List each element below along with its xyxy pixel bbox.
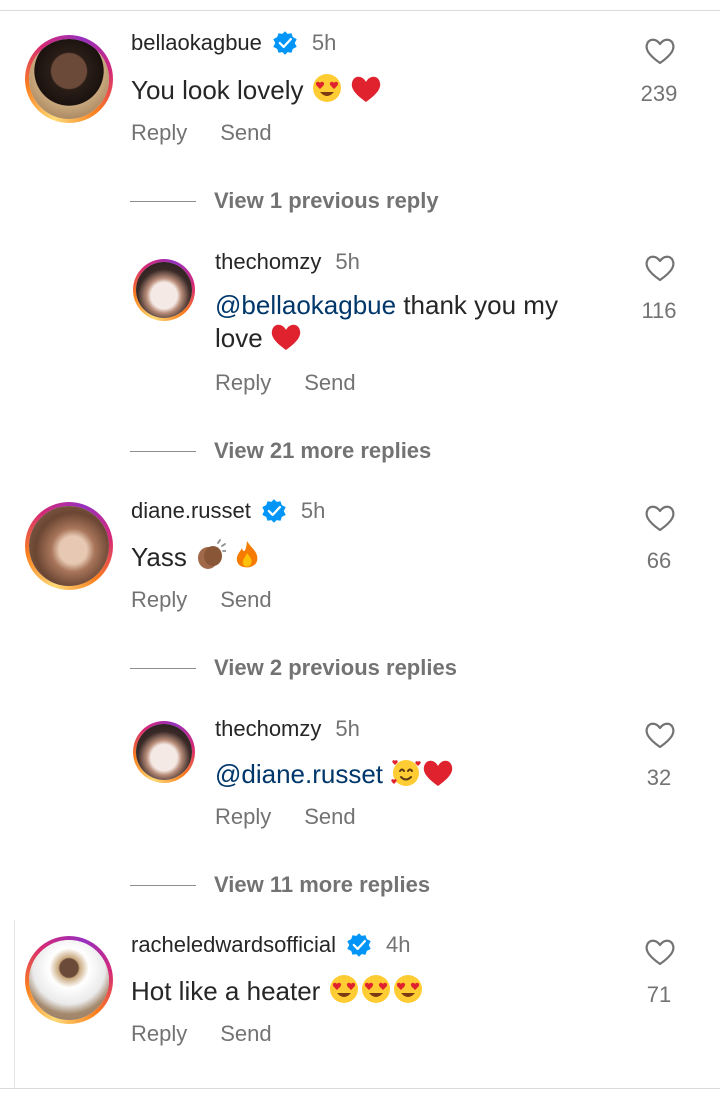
verified-badge-icon: [262, 499, 286, 523]
send-button[interactable]: Send: [220, 587, 271, 613]
comment-time: 4h: [386, 932, 411, 957]
heart-outline-icon: [645, 939, 675, 966]
view-previous-replies-label: View 2 previous replies: [214, 655, 457, 680]
red-heart-emoji-icon: [424, 760, 453, 786]
thread-line: [130, 667, 196, 669]
like-count: 32: [646, 765, 672, 790]
comment-text: Yass: [131, 539, 261, 574]
fire-emoji-icon: [237, 541, 258, 568]
heart-eyes-emoji-icon: [393, 975, 422, 1003]
send-button[interactable]: Send: [304, 804, 355, 830]
like-button[interactable]: [640, 720, 680, 750]
reply-button[interactable]: Reply: [131, 120, 187, 146]
thread-line: [130, 884, 196, 886]
smiling-face-with-hearts-emoji-icon: [391, 760, 421, 786]
heart-outline-icon: [645, 38, 675, 65]
verified-badge-icon: [273, 31, 297, 55]
like-button[interactable]: [640, 36, 680, 66]
red-heart-emoji-icon: [271, 324, 301, 350]
mention-link[interactable]: @bellaokagbue: [215, 290, 396, 320]
comment-body: Hot like a heater: [131, 976, 321, 1006]
comment-username[interactable]: diane.russet: [131, 498, 251, 524]
like-count: 66: [646, 548, 672, 573]
like-count: 116: [641, 298, 677, 323]
bottom-divider: [0, 1088, 720, 1089]
avatar[interactable]: [25, 936, 113, 1024]
comment-username[interactable]: racheledwardsofficial: [131, 932, 336, 958]
red-heart-emoji-icon: [351, 76, 381, 102]
heart-outline-icon: [645, 722, 675, 749]
reply-text: @diane.russet: [215, 756, 454, 791]
heart-eyes-emoji-icon: [312, 74, 341, 102]
comment-body: You look lovely: [131, 75, 304, 105]
view-previous-replies[interactable]: View 1 previous reply: [130, 188, 439, 214]
reply-username[interactable]: thechomzy: [215, 249, 321, 275]
reply-body-line2: love: [215, 323, 263, 353]
reply-text: @bellaokagbue thank you my love: [215, 289, 558, 355]
view-more-replies-label: View 21 more replies: [214, 438, 432, 463]
comment-text: Hot like a heater: [131, 973, 424, 1008]
comment-time: 5h: [300, 498, 326, 523]
reply-time: 5h: [335, 716, 360, 741]
reply-time: 5h: [335, 249, 360, 274]
reply-button[interactable]: Reply: [215, 804, 271, 830]
avatar[interactable]: [25, 502, 113, 590]
edge-divider: [0, 920, 15, 1088]
top-divider: [0, 10, 720, 11]
comment-body: Yass: [131, 542, 187, 572]
like-count: 239: [640, 81, 678, 106]
view-more-replies[interactable]: View 21 more replies: [130, 438, 431, 464]
heart-eyes-emoji-icon: [329, 975, 358, 1003]
like-button[interactable]: [640, 937, 680, 967]
comment-text: You look lovely: [131, 72, 382, 107]
view-more-replies[interactable]: View 11 more replies: [130, 872, 430, 898]
avatar[interactable]: [133, 259, 195, 321]
clapping-hands-emoji-icon: [198, 539, 227, 569]
send-button[interactable]: Send: [304, 370, 355, 396]
avatar[interactable]: [25, 35, 113, 123]
avatar[interactable]: [133, 721, 195, 783]
reply-button[interactable]: Reply: [215, 370, 271, 396]
reply-username[interactable]: thechomzy: [215, 716, 321, 742]
reply-body: thank you my: [396, 290, 558, 320]
verified-badge-icon: [347, 933, 371, 957]
comment-username[interactable]: bellaokagbue: [131, 30, 262, 56]
view-previous-replies-label: View 1 previous reply: [214, 188, 439, 213]
comment-time: 5h: [311, 30, 337, 55]
send-button[interactable]: Send: [220, 1021, 271, 1047]
heart-eyes-emoji-icon: [361, 975, 390, 1003]
like-count: 71: [646, 982, 672, 1007]
thread-line: [130, 200, 196, 202]
send-button[interactable]: Send: [220, 120, 271, 146]
heart-outline-icon: [645, 255, 675, 282]
reply-button[interactable]: Reply: [131, 587, 187, 613]
thread-line: [130, 450, 196, 452]
mention-link[interactable]: @diane.russet: [215, 759, 383, 789]
like-button[interactable]: [640, 503, 680, 533]
view-more-replies-label: View 11 more replies: [214, 872, 431, 897]
view-previous-replies[interactable]: View 2 previous replies: [130, 655, 457, 681]
heart-outline-icon: [645, 505, 675, 532]
reply-button[interactable]: Reply: [131, 1021, 187, 1047]
like-button[interactable]: [640, 253, 680, 283]
